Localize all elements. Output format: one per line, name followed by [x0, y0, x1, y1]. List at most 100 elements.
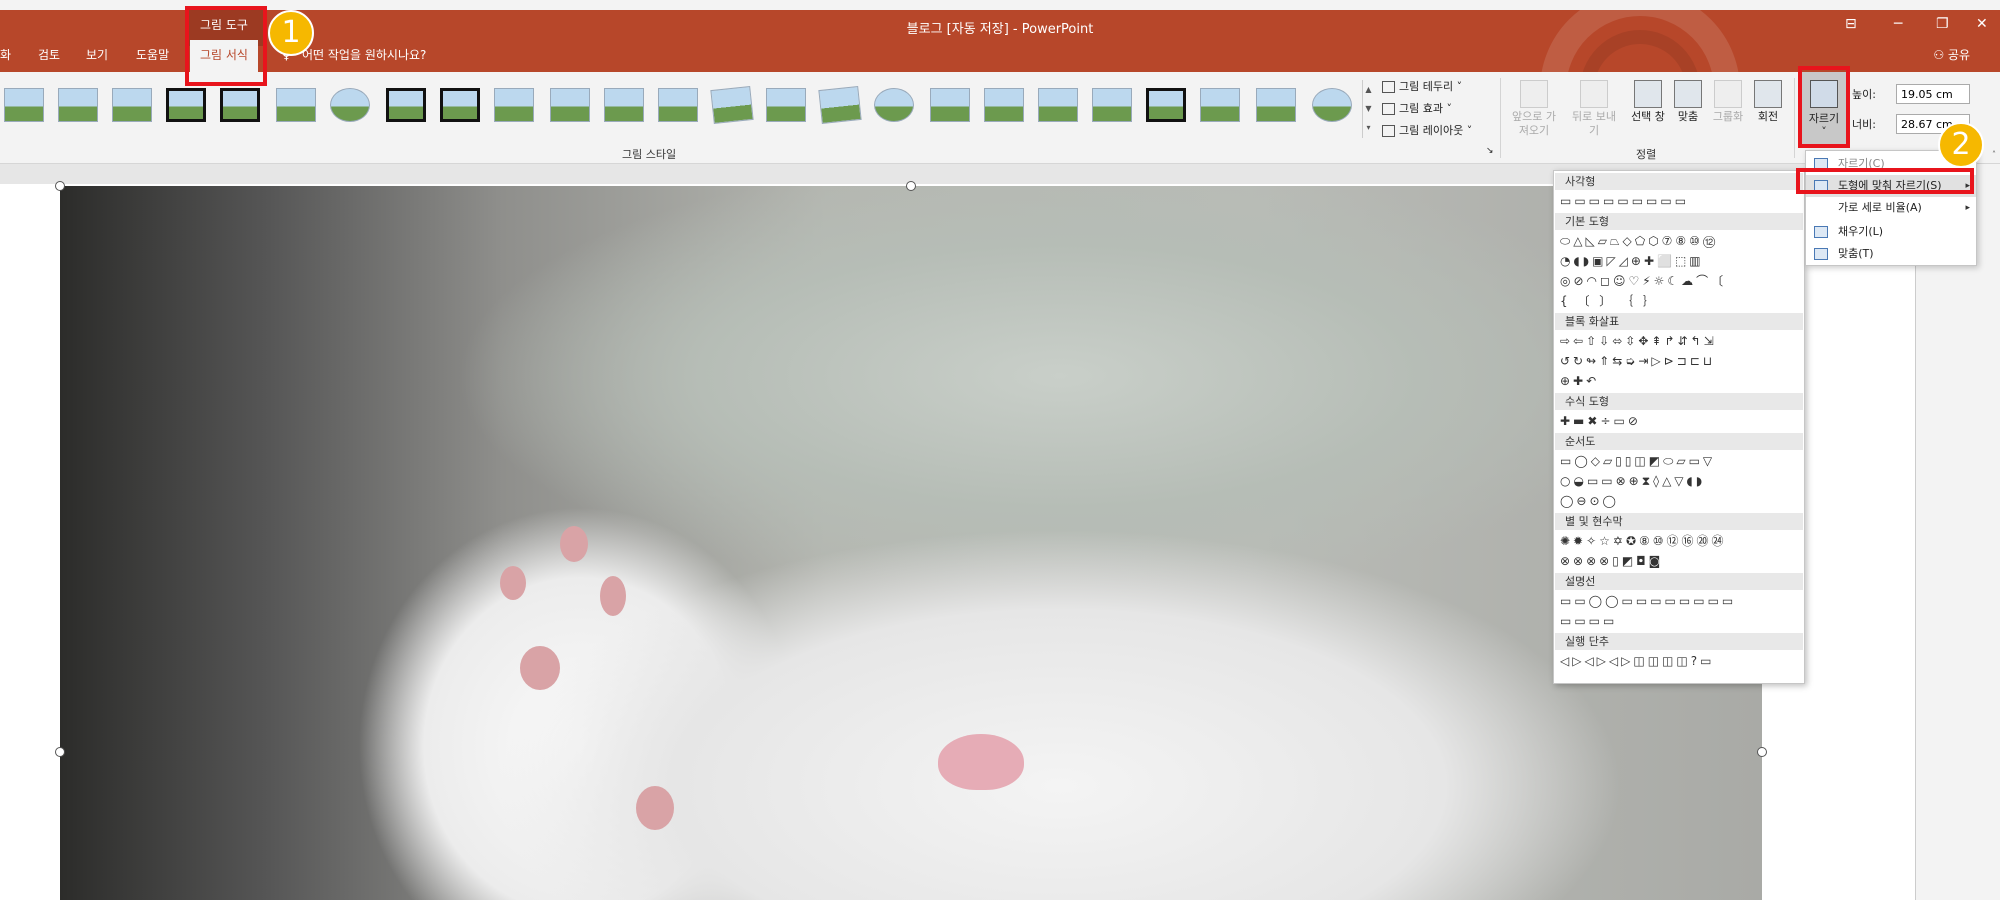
effects-icon	[1382, 103, 1395, 115]
layout-icon	[1382, 125, 1395, 137]
picture-effects-button[interactable]: 그림 효과 ˅	[1382, 100, 1452, 116]
tab-slideshow[interactable]: 화	[0, 40, 11, 72]
picture-style-thumb[interactable]	[984, 88, 1024, 122]
selection-pane-button[interactable]: 선택 창	[1626, 80, 1670, 124]
resize-handle[interactable]	[1757, 747, 1767, 757]
picture-style-thumb[interactable]	[58, 88, 98, 122]
shapes-row[interactable]: ✺✹✧☆✡✪⑧⑩⑫⑯⑳㉔	[1560, 533, 1727, 549]
picture-layout-button[interactable]: 그림 레이아웃 ˅	[1382, 122, 1472, 138]
resize-handle[interactable]	[55, 181, 65, 191]
picture-layout-label: 그림 레이아웃	[1399, 124, 1464, 137]
shapes-row[interactable]: ◯⊖⊙◯	[1560, 493, 1619, 509]
selection-pane-icon	[1634, 80, 1662, 108]
picture-style-thumb[interactable]	[1200, 88, 1240, 122]
height-label: 높이:	[1852, 88, 1876, 101]
gallery-more-icon[interactable]: ▾	[1363, 118, 1374, 137]
picture-style-thumb[interactable]	[494, 88, 534, 122]
shapes-row[interactable]: ▭▭◯◯▭▭▭▭▭▭▭▭	[1560, 593, 1736, 609]
picture-style-thumb[interactable]	[766, 88, 806, 122]
highlight-box-crop	[1798, 66, 1850, 148]
cat-photo[interactable]	[60, 186, 1762, 900]
shapes-row[interactable]: ◔◖◗▣◸◿⊕✚⬜⬚▥	[1560, 253, 1704, 269]
height-input[interactable]	[1896, 84, 1970, 104]
picture-style-thumb[interactable]	[330, 88, 370, 122]
gallery-scroll[interactable]: ▲ ▼ ▾	[1362, 80, 1374, 138]
picture-style-thumb[interactable]	[1038, 88, 1078, 122]
picture-style-thumb[interactable]	[4, 88, 44, 122]
paw-pad	[520, 646, 560, 690]
shapes-row[interactable]: { 〔 〕 ｛ ｝	[1560, 293, 1658, 309]
dialog-launcher-icon[interactable]: ↘	[1486, 146, 1494, 156]
ribbon-display-options-icon[interactable]: ⊟	[1845, 16, 1857, 32]
ribbon: ▲ ▼ ▾ 그림 스타일 그림 테두리 ˅ 그림 효과 ˅ 그림 레이아웃 ˅ …	[0, 72, 2000, 164]
tab-review[interactable]: 검토	[38, 40, 60, 72]
tell-me-search[interactable]: 어떤 작업을 원하시나요?	[302, 40, 426, 72]
fit-icon	[1814, 248, 1828, 260]
width-label: 너비:	[1852, 118, 1876, 131]
picture-style-thumb[interactable]	[658, 88, 698, 122]
group-button[interactable]: 그룹화	[1706, 80, 1750, 124]
shapes-row[interactable]: ▭▭▭▭	[1560, 613, 1617, 629]
picture-style-thumb[interactable]	[710, 86, 754, 124]
fill-icon	[1814, 226, 1828, 238]
crop-menu-item-fit[interactable]: 맞춤(T)	[1806, 243, 1976, 265]
shapes-row[interactable]: ↺↻↬⇑⇆➭⇥▷⊳⊐⊏⊔	[1560, 353, 1715, 369]
picture-effects-label: 그림 효과	[1399, 102, 1443, 115]
align-icon	[1674, 80, 1702, 108]
gallery-up-icon[interactable]: ▲	[1363, 80, 1374, 99]
shapes-section-title: 실행 단추	[1555, 633, 1803, 650]
share-button[interactable]: ⚇ 공유	[1933, 40, 1970, 70]
shapes-row[interactable]: ○◒▭▭⊗⊕⧗◊△▽◖◗	[1560, 473, 1705, 489]
shapes-section-title: 설명선	[1555, 573, 1803, 590]
picture-style-thumb[interactable]	[1146, 88, 1186, 122]
rotate-label: 회전	[1757, 110, 1779, 123]
shapes-row[interactable]: ✚▬✖÷▭⊘	[1560, 413, 1641, 429]
group-icon	[1714, 80, 1742, 108]
picture-style-thumb[interactable]	[874, 88, 914, 122]
shapes-row[interactable]: ▭▭▭▭▭▭▭▭▭	[1560, 193, 1689, 209]
picture-border-button[interactable]: 그림 테두리 ˅	[1382, 78, 1462, 94]
step-badge-1: 1	[268, 10, 314, 56]
arrange-group-label: 정렬	[1636, 148, 1657, 161]
highlight-box-crop-to-shape	[1796, 168, 1974, 194]
picture-style-thumb[interactable]	[220, 88, 260, 122]
shapes-row[interactable]: ⬭△◺▱⏢◇⬠⬡⑦⑧⑩⑫	[1560, 233, 1718, 249]
shapes-row[interactable]: ⊕✚↶	[1560, 373, 1599, 389]
shapes-section-title: 별 및 현수막	[1555, 513, 1803, 530]
picture-style-thumb[interactable]	[604, 88, 644, 122]
align-button[interactable]: 맞춤	[1666, 80, 1710, 124]
height-row: 높이:	[1852, 84, 1970, 106]
tab-help[interactable]: 도움말	[136, 40, 169, 72]
crop-menu-item-fill[interactable]: 채우기(L)	[1806, 221, 1976, 243]
shapes-row[interactable]: ⇨⇦⇧⇩⬄⇳✥⇞↱⇵↰⇲	[1560, 333, 1717, 349]
picture-style-thumb[interactable]	[386, 88, 426, 122]
tab-view[interactable]: 보기	[86, 40, 108, 72]
scroll-up-icon[interactable]: ˄	[1992, 150, 2000, 170]
width-row: 너비:	[1852, 114, 1970, 136]
close-icon[interactable]: ✕	[1976, 16, 1988, 32]
shapes-row[interactable]: ▭◯◇▱▯▯◫◩⬭▱▭▽	[1560, 453, 1715, 469]
picture-style-thumb[interactable]	[930, 88, 970, 122]
picture-style-thumb[interactable]	[550, 88, 590, 122]
shapes-section-title: 순서도	[1555, 433, 1803, 450]
picture-style-thumb[interactable]	[1312, 88, 1352, 122]
shapes-row[interactable]: ◎⊘◠◻☺♡⚡☼☾☁⌒〔	[1560, 273, 1726, 289]
crop-menu-item-aspect-ratio[interactable]: 가로 세로 비율(A) ▸	[1806, 197, 1976, 219]
picture-style-thumb[interactable]	[440, 88, 480, 122]
shapes-row[interactable]: ⊗⊗⊗⊗▯◩◘◙	[1560, 553, 1663, 569]
gallery-down-icon[interactable]: ▼	[1363, 99, 1374, 118]
picture-style-thumb[interactable]	[1092, 88, 1132, 122]
rotate-button[interactable]: 회전	[1746, 80, 1790, 124]
picture-style-thumb[interactable]	[166, 88, 206, 122]
send-backward-button[interactable]: 뒤로 보내기	[1572, 80, 1616, 138]
picture-style-thumb[interactable]	[112, 88, 152, 122]
picture-style-thumb[interactable]	[1256, 88, 1296, 122]
bring-forward-button[interactable]: 앞으로 가져오기	[1512, 80, 1556, 138]
resize-handle[interactable]	[55, 747, 65, 757]
picture-style-thumb[interactable]	[276, 88, 316, 122]
minimize-icon[interactable]: ─	[1894, 16, 1902, 32]
picture-style-thumb[interactable]	[818, 86, 862, 124]
resize-handle[interactable]	[906, 181, 916, 191]
shapes-row[interactable]: ◁▷◁▷◁▷◫◫◫◫?▭	[1560, 653, 1714, 669]
restore-icon[interactable]: ❐	[1936, 16, 1949, 32]
